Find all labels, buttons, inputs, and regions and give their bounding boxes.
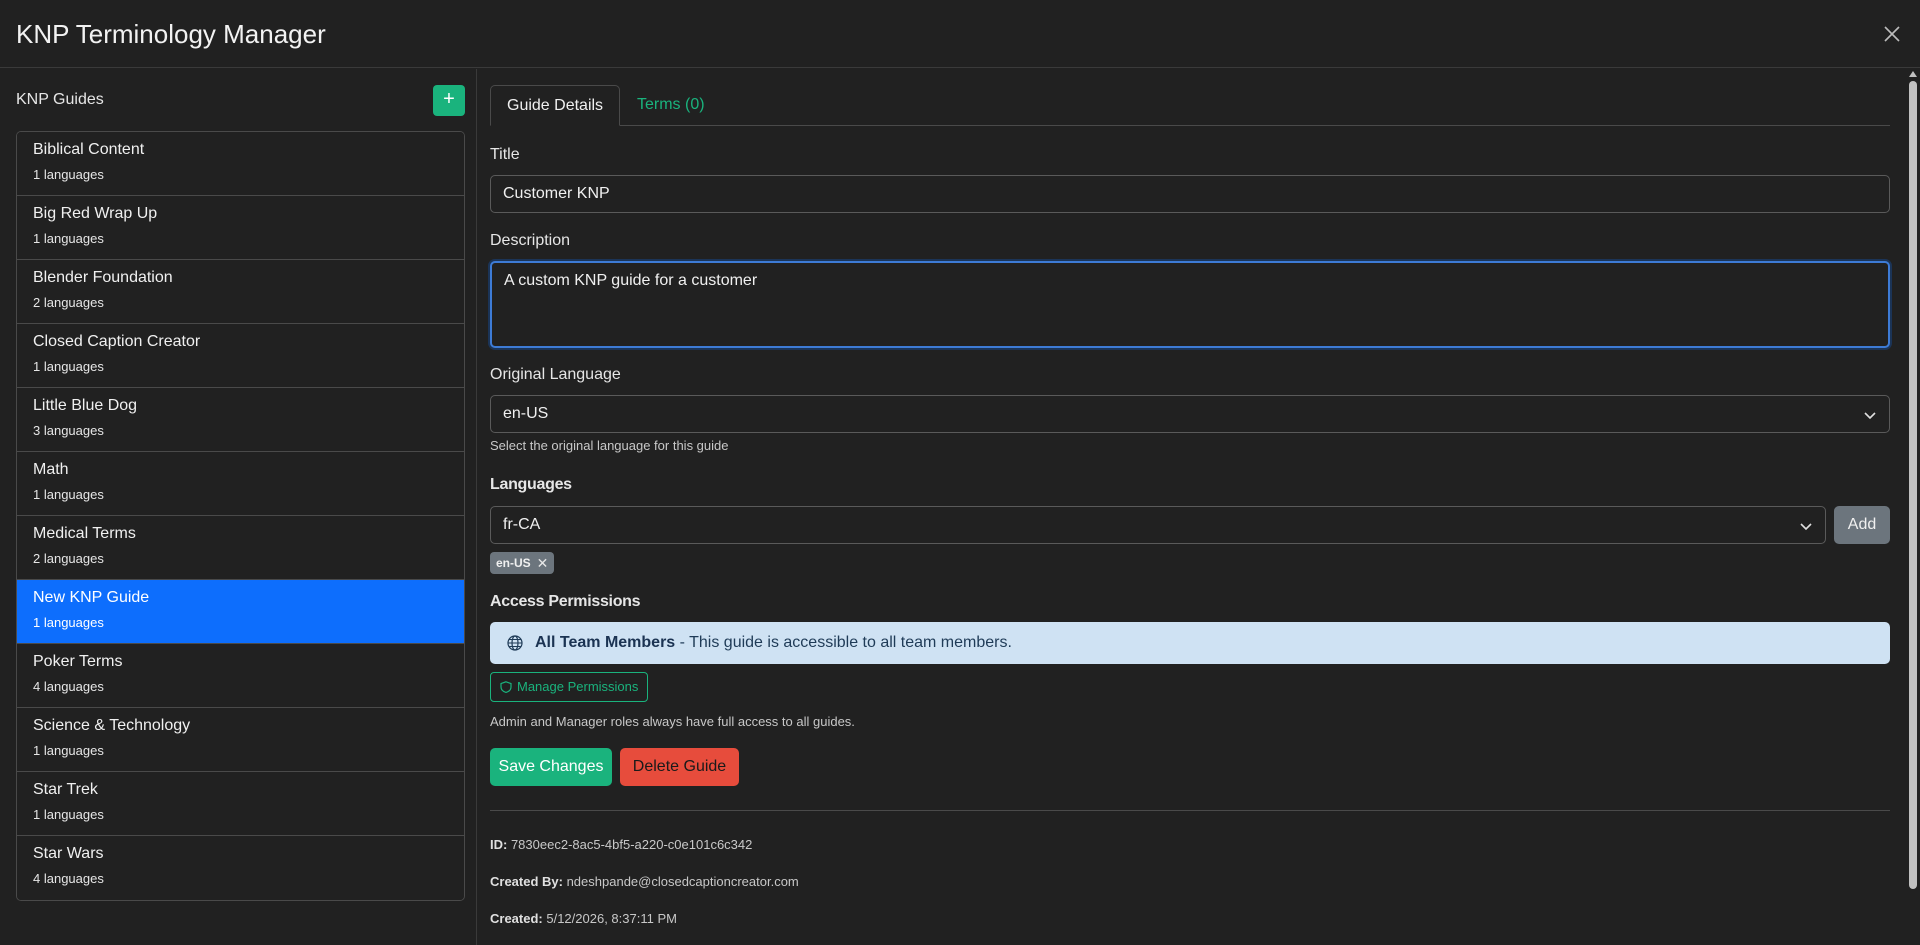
- original-language-help: Select the original language for this gu…: [490, 438, 729, 453]
- description-textarea[interactable]: A custom KNP guide for a customer: [490, 261, 1890, 348]
- guide-name: Math: [33, 461, 69, 478]
- access-info-alert: All Team Members - This guide is accessi…: [490, 622, 1890, 664]
- languages-label: Languages: [490, 476, 572, 493]
- tab-bar: Guide Details Terms (0): [490, 85, 1890, 126]
- guide-item[interactable]: Star Trek 1 languages: [17, 772, 464, 836]
- guide-id-label: ID:: [490, 837, 508, 852]
- guide-language-count: 1 languages: [33, 359, 104, 374]
- language-chip: en-US ✕: [490, 552, 555, 574]
- guide-language-count: 3 languages: [33, 423, 104, 438]
- sidebar-heading: KNP Guides: [16, 91, 104, 108]
- save-changes-button[interactable]: Save Changes: [490, 748, 612, 786]
- guide-name: Big Red Wrap Up: [33, 205, 158, 222]
- guide-language-count: 1 languages: [33, 743, 104, 758]
- guide-item[interactable]: Closed Caption Creator 1 languages: [17, 324, 464, 388]
- guide-language-count: 1 languages: [33, 167, 104, 182]
- close-icon[interactable]: [1880, 22, 1904, 46]
- guide-item[interactable]: Big Red Wrap Up 1 languages: [17, 196, 464, 260]
- guide-name: Medical Terms: [33, 525, 136, 542]
- guide-details-panel: Guide Details Terms (0) Title Customer K…: [478, 69, 1920, 945]
- language-select[interactable]: fr-CA: [490, 506, 1826, 544]
- guide-language-count: 2 languages: [33, 551, 104, 566]
- created-by-value: ndeshpande@closedcaptioncreator.com: [562, 874, 799, 889]
- access-permissions-label: Access Permissions: [490, 593, 641, 610]
- guide-list: Biblical Content 1 languages Big Red Wrap…: [16, 131, 465, 901]
- guide-name: Science & Technology: [33, 717, 191, 734]
- created-by: Created By: ndeshpande@closedcaptioncrea…: [490, 874, 799, 889]
- manage-permissions-button[interactable]: Manage Permissions: [490, 672, 649, 702]
- chevron-down-icon: [1800, 523, 1812, 531]
- shield-icon: [500, 681, 512, 693]
- delete-guide-button[interactable]: Delete Guide: [620, 748, 739, 786]
- guide-id-value: 7830eec2-8ac5-4bf5-a220-c0e101c6c342: [507, 837, 753, 852]
- title-label: Title: [490, 146, 520, 163]
- divider: [490, 810, 1890, 811]
- guide-name: Poker Terms: [33, 653, 123, 670]
- guide-item[interactable]: Little Blue Dog 3 languages: [17, 388, 464, 452]
- add-language-button[interactable]: Add: [1834, 506, 1890, 544]
- original-language-value: en-US: [503, 405, 549, 422]
- guide-item[interactable]: Poker Terms 4 languages: [17, 644, 464, 708]
- manage-permissions-label: Manage Permissions: [517, 679, 639, 694]
- tab-guide-details[interactable]: Guide Details: [490, 85, 621, 126]
- guide-language-count: 1 languages: [33, 231, 104, 246]
- guide-name: Star Wars: [33, 845, 104, 862]
- chevron-down-icon: [1864, 412, 1876, 420]
- guide-name: Closed Caption Creator: [33, 333, 201, 350]
- header-bar: KNP Terminology Manager: [0, 0, 1920, 68]
- guide-language-count: 4 languages: [33, 679, 104, 694]
- guide-language-count: 2 languages: [33, 295, 104, 310]
- created-value: 5/12/2026, 8:37:11 PM: [542, 911, 677, 926]
- created-label: Created:: [490, 911, 543, 926]
- scroll-thumb[interactable]: [1909, 81, 1917, 889]
- vertical-scrollbar[interactable]: [1906, 69, 1920, 945]
- title-input[interactable]: Customer KNP: [490, 175, 1890, 213]
- remove-language-icon[interactable]: ✕: [537, 552, 549, 574]
- globe-icon: [507, 635, 523, 651]
- add-guide-button[interactable]: +: [433, 85, 465, 116]
- guide-item[interactable]: Math 1 languages: [17, 452, 464, 516]
- created-by-label: Created By:: [490, 874, 563, 889]
- guide-name: Little Blue Dog: [33, 397, 138, 414]
- language-select-value: fr-CA: [503, 516, 541, 533]
- access-level: All Team Members: [535, 634, 676, 651]
- access-help-text: Admin and Manager roles always have full…: [490, 714, 855, 729]
- knp-terminology-manager: KNP Terminology Manager KNP Guides + Bib…: [0, 0, 1920, 945]
- scroll-up-arrow-icon[interactable]: [1909, 71, 1917, 77]
- guide-language-count: 1 languages: [33, 807, 104, 822]
- guide-id: ID: 7830eec2-8ac5-4bf5-a220-c0e101c6c342: [490, 837, 752, 852]
- guide-item[interactable]: Medical Terms 2 languages: [17, 516, 464, 580]
- guide-name: Star Trek: [33, 781, 98, 798]
- guide-name: Blender Foundation: [33, 269, 173, 286]
- description-label: Description: [490, 232, 571, 249]
- guide-item[interactable]: Blender Foundation 2 languages: [17, 260, 464, 324]
- guide-language-count: 1 languages: [33, 615, 104, 630]
- guide-item[interactable]: Biblical Content 1 languages: [17, 132, 464, 196]
- tab-terms[interactable]: Terms (0): [621, 85, 721, 126]
- guide-item-selected[interactable]: New KNP Guide 1 languages: [17, 580, 464, 644]
- created-date: Created: 5/12/2026, 8:37:11 PM: [490, 911, 677, 926]
- guide-item[interactable]: Science & Technology 1 languages: [17, 708, 464, 772]
- guide-item[interactable]: Star Wars 4 languages: [17, 836, 464, 900]
- guide-language-count: 1 languages: [33, 487, 104, 502]
- guide-name: New KNP Guide: [33, 589, 150, 606]
- window-title: KNP Terminology Manager: [16, 19, 326, 49]
- guides-sidebar: KNP Guides + Biblical Content 1 languages…: [0, 69, 477, 945]
- original-language-label: Original Language: [490, 366, 621, 383]
- access-description: - This guide is accessible to all team m…: [675, 634, 1012, 651]
- original-language-select[interactable]: en-US: [490, 395, 1890, 433]
- guide-language-count: 4 languages: [33, 871, 104, 886]
- language-chip-label: en-US: [496, 556, 531, 570]
- guide-name: Biblical Content: [33, 141, 145, 158]
